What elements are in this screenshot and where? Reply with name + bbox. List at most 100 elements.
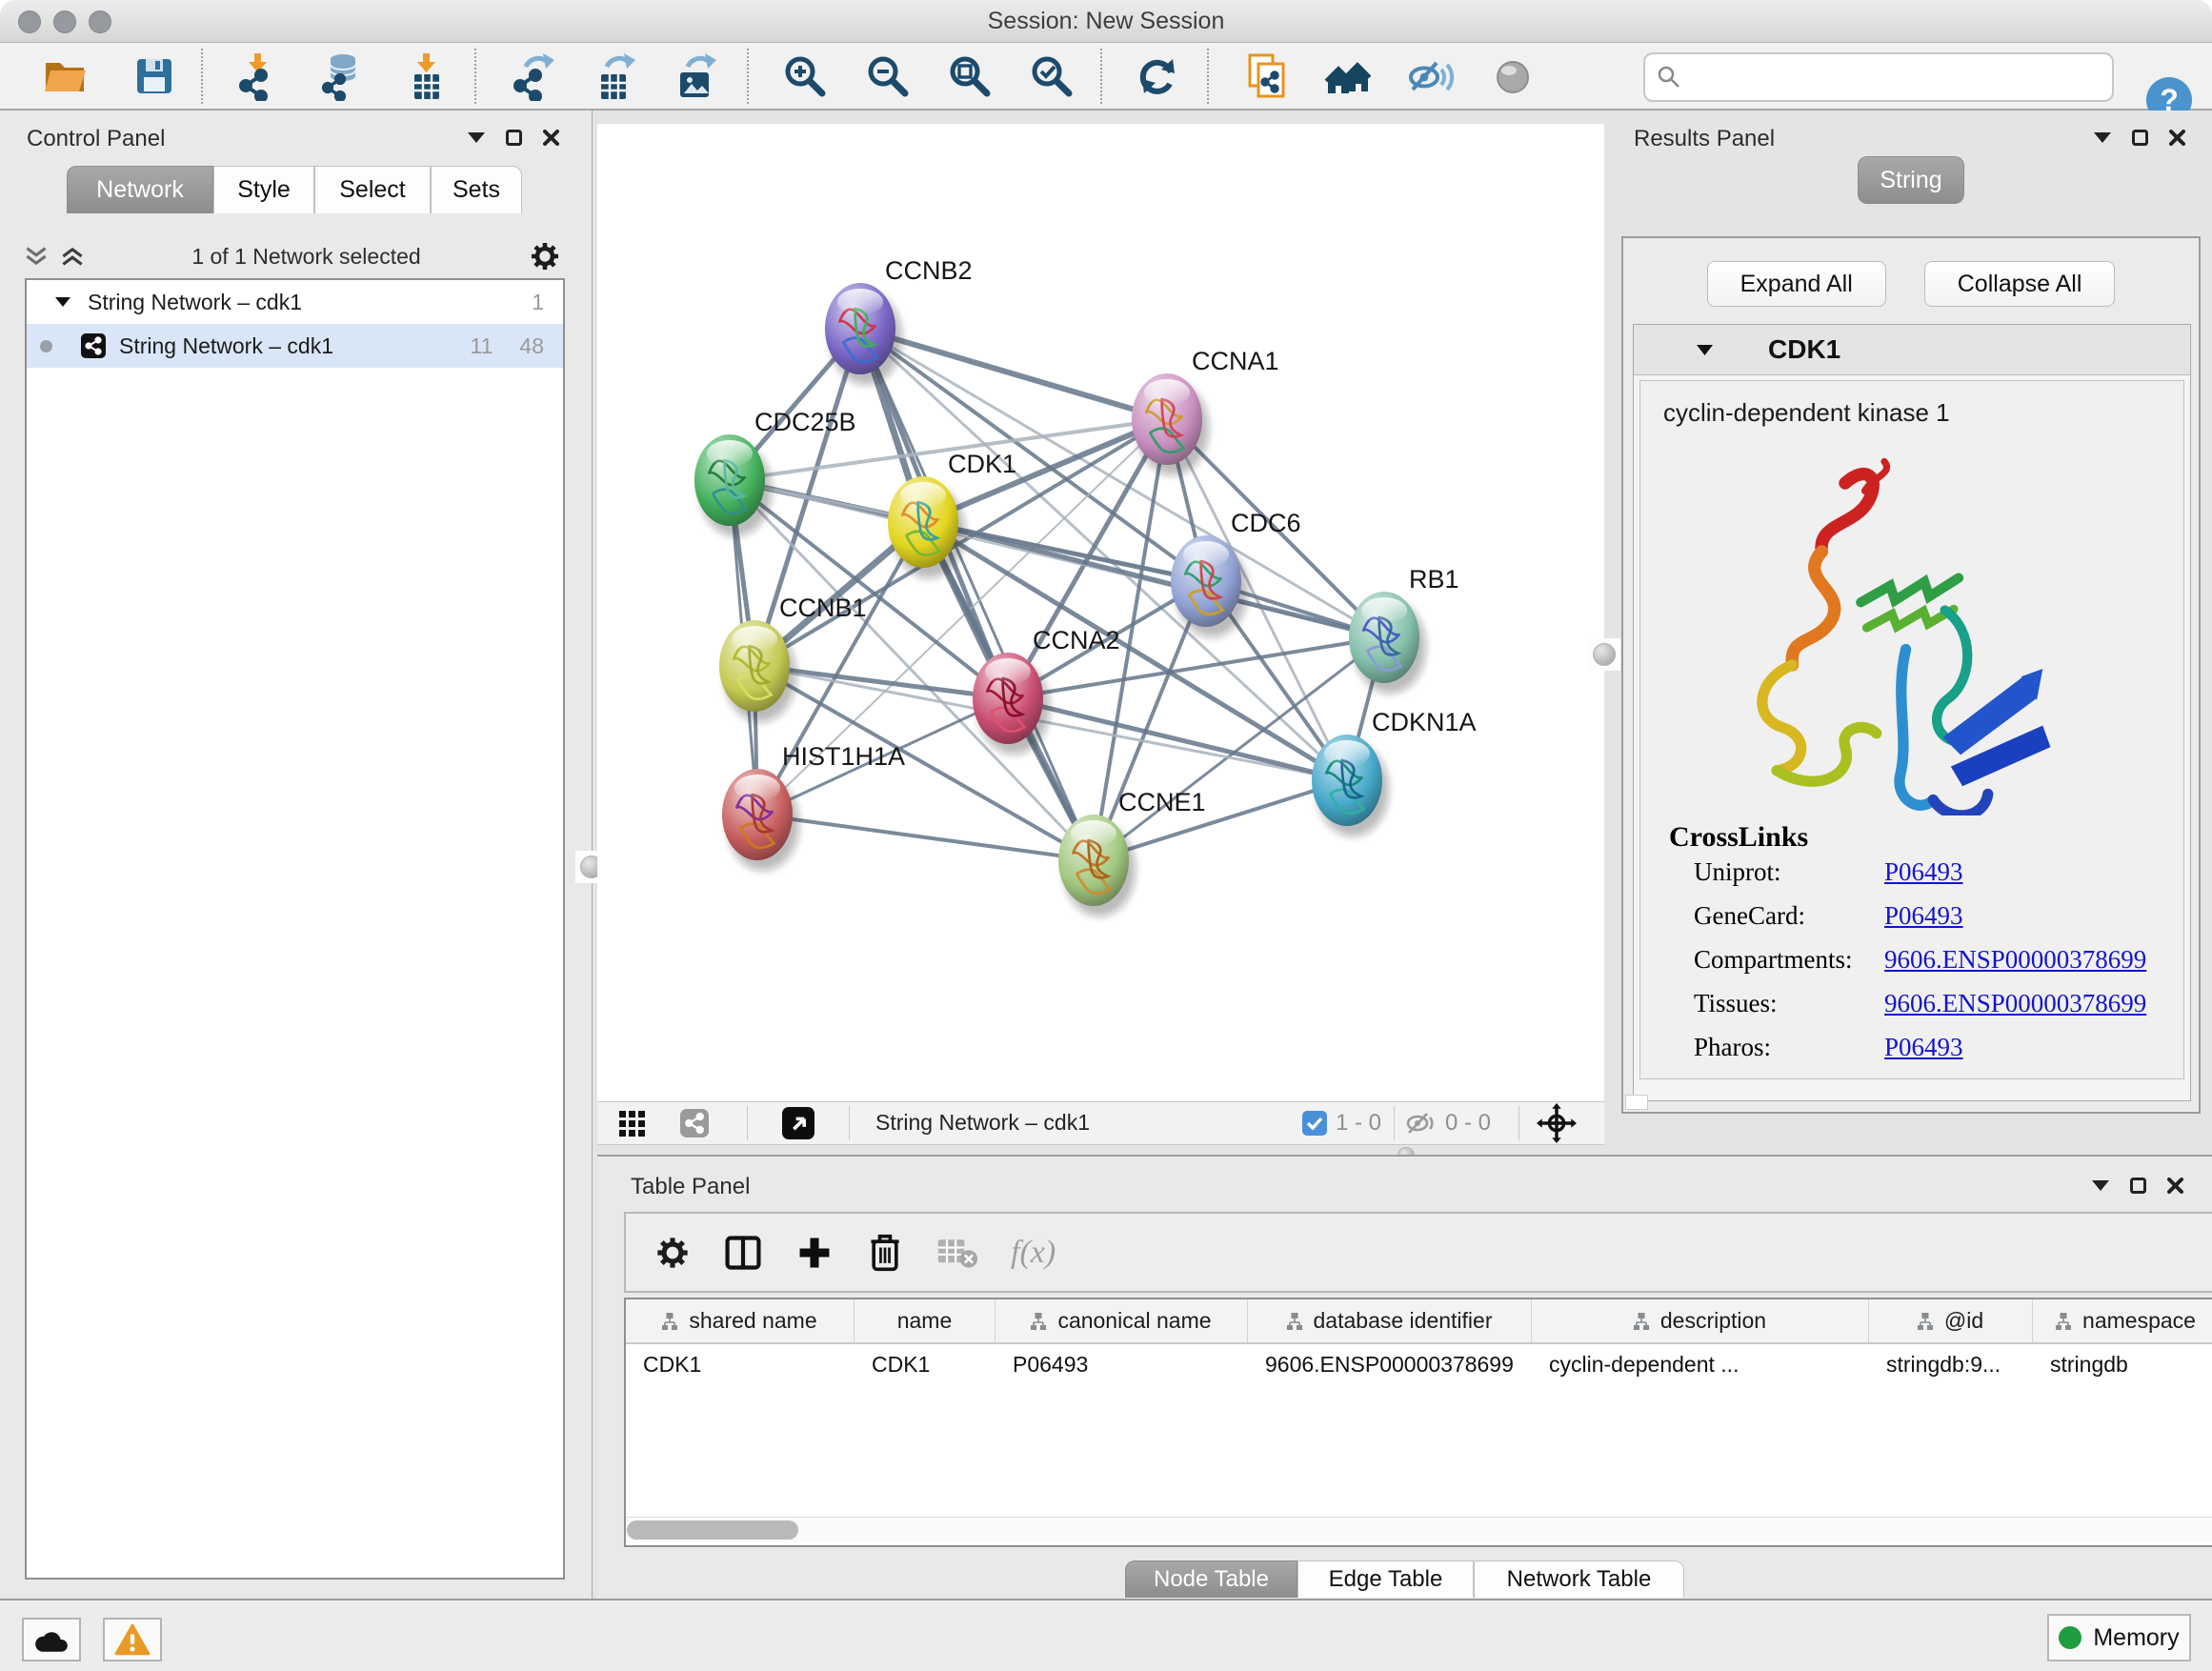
table-row[interactable]: CDK1CDK1P064939606.ENSP00000378699cyclin… [626,1344,2212,1387]
crosslink-link[interactable]: P06493 [1884,901,1963,931]
search-input[interactable] [1691,58,2104,94]
table-settings-gear-icon[interactable] [654,1235,691,1271]
panel-close-icon[interactable] [2167,1178,2183,1194]
crosslink-link[interactable]: P06493 [1884,1033,1963,1062]
graphics-details-button[interactable] [1486,50,1539,103]
panel-float-icon[interactable] [2130,1178,2146,1194]
import-table-button[interactable] [400,50,453,103]
add-column-icon[interactable] [795,1234,834,1272]
column-header-canonical-name[interactable]: canonical name [995,1299,1248,1342]
network-collection-row[interactable]: String Network – cdk1 1 [27,280,563,324]
network-node-hist1h1a[interactable]: HIST1H1A [722,742,905,871]
column-header-namespace[interactable]: namespace [2033,1299,2212,1342]
column-header-name[interactable]: name [855,1299,995,1342]
network-node-rb1[interactable]: RB1 [1349,565,1459,694]
column-header-description[interactable]: description [1532,1299,1869,1342]
table-cell[interactable]: cyclin-dependent ... [1532,1344,1869,1387]
table-cell[interactable]: CDK1 [855,1344,995,1387]
string-import-button[interactable] [1240,50,1294,103]
network-node-ccne1[interactable]: CCNE1 [1058,788,1206,916]
zoom-in-button[interactable] [778,50,832,103]
save-session-button[interactable] [128,50,181,103]
zoom-selected-button[interactable] [1025,50,1078,103]
panel-close-icon[interactable] [2169,130,2185,146]
panel-close-icon[interactable] [543,130,559,146]
expand-all-icon[interactable] [61,246,84,267]
panel-menu-icon[interactable] [2092,1180,2109,1191]
tab-node-table[interactable]: Node Table [1125,1560,1297,1598]
column-header-label: name [897,1308,953,1334]
column-header-label: canonical name [1057,1308,1211,1334]
show-columns-icon[interactable] [723,1233,763,1273]
crosslink-link[interactable]: P06493 [1884,857,1963,887]
table-cell[interactable]: P06493 [995,1344,1248,1387]
tab-edge-table[interactable]: Edge Table [1297,1560,1474,1598]
scrollbar-thumb[interactable] [627,1520,798,1540]
birdseye-button[interactable] [782,1107,814,1144]
network-share-button[interactable] [680,1109,709,1142]
function-builder-button[interactable]: f(x) [1011,1235,1056,1271]
network-view[interactable]: CCNB2CCNA1CDC25BCDK1CDC6RB1CCNB1CCNA2CDK… [597,124,1604,1101]
hidden-toggle[interactable] [1405,1111,1438,1140]
table-cell[interactable]: stringdb [2033,1344,2212,1387]
table-cell[interactable]: stringdb:9... [1869,1344,2033,1387]
memory-button[interactable]: Memory [2047,1614,2191,1661]
tree-expand-icon[interactable] [55,297,70,307]
panel-float-icon[interactable] [2132,130,2148,146]
splitter-right[interactable] [1588,638,1620,671]
crosslink-link[interactable]: 9606.ENSP00000378699 [1884,945,2146,975]
tab-select[interactable]: Select [314,166,431,213]
column-header-shared-name[interactable]: shared name [626,1299,855,1342]
tab-string[interactable]: String [1858,156,1964,204]
expand-all-button[interactable]: Expand All [1707,261,1886,307]
network-node-cdc6[interactable]: CDC6 [1171,509,1301,637]
tab-network[interactable]: Network [67,166,213,213]
tab-style[interactable]: Style [213,166,314,213]
selected-checkbox[interactable] [1302,1111,1327,1140]
network-node-ccna2[interactable]: CCNA2 [973,626,1120,755]
collapse-all-icon[interactable] [25,246,48,267]
network-node-cdkn1a[interactable]: CDKN1A [1312,708,1477,836]
panel-menu-icon[interactable] [2094,132,2111,143]
export-image-button[interactable] [669,50,722,103]
fit-content-button[interactable] [1537,1103,1577,1148]
import-network-database-button[interactable] [314,50,368,103]
delete-table-icon[interactable] [936,1236,978,1270]
delete-column-icon[interactable] [866,1232,904,1274]
network-edge[interactable] [860,329,1094,860]
import-network-file-button[interactable] [232,50,286,103]
memory-status-dot [2059,1626,2081,1649]
network-graph[interactable]: CCNB2CCNA1CDC25BCDK1CDC6RB1CCNB1CCNA2CDK… [597,124,1604,1101]
export-network-button[interactable] [507,50,560,103]
tab-network-table[interactable]: Network Table [1474,1560,1684,1598]
gear-icon[interactable] [529,240,561,272]
entry-collapse-icon[interactable] [1697,345,1713,355]
table-cell[interactable]: 9606.ENSP00000378699 [1248,1344,1532,1387]
tab-sets[interactable]: Sets [431,166,522,213]
export-table-button[interactable] [588,50,641,103]
network-row[interactable]: String Network – cdk1 11 48 [27,324,563,368]
open-session-button[interactable] [38,50,91,103]
collapse-all-button[interactable]: Collapse All [1924,261,2116,307]
zoom-fit-button[interactable] [943,50,996,103]
warnings-button[interactable] [103,1618,162,1661]
zoom-out-button[interactable] [861,50,915,103]
cloud-status-button[interactable] [22,1618,81,1661]
string-home-button[interactable] [1322,50,1376,103]
network-edge[interactable] [923,522,1384,637]
panel-menu-icon[interactable] [468,132,485,143]
table-hscrollbar[interactable] [626,1517,2212,1542]
crosslink-label: Compartments: [1694,945,1852,974]
grid-view-button[interactable] [619,1111,645,1141]
results-scrollbar[interactable] [1625,1095,1648,1110]
network-edge[interactable] [757,815,1094,860]
table-cell[interactable]: CDK1 [626,1344,855,1387]
panel-float-icon[interactable] [506,130,522,146]
enhanced-labels-button[interactable] [1404,50,1458,103]
apply-layout-button[interactable] [1131,50,1184,103]
network-edge[interactable] [860,329,1167,419]
column-header--id[interactable]: @id [1869,1299,2033,1342]
column-header-database-identifier[interactable]: database identifier [1248,1299,1532,1342]
entry-header[interactable]: CDK1 [1634,325,2190,375]
crosslink-link[interactable]: 9606.ENSP00000378699 [1884,989,2146,1018]
